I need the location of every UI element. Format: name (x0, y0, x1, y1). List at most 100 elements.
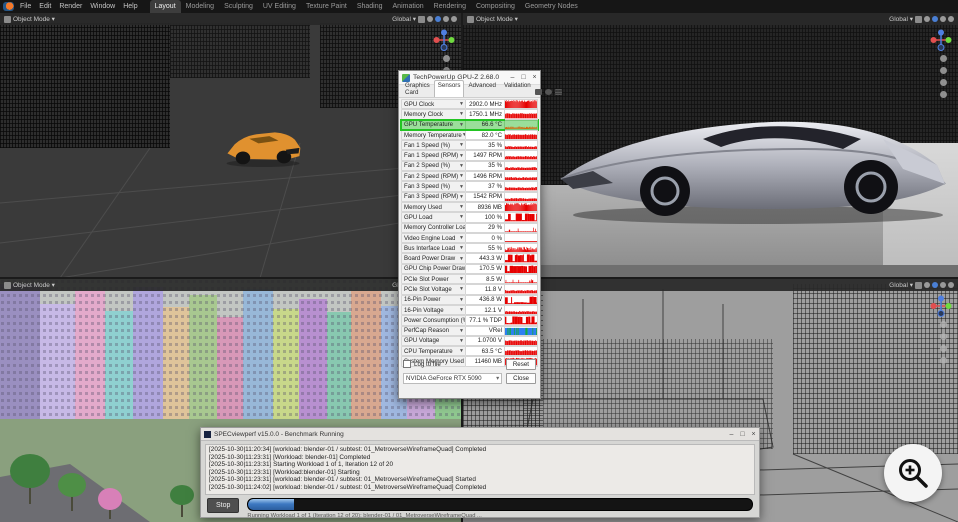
sensor-row-fan-2-speed[interactable]: Fan 2 Speed (%)▼35 % (401, 161, 538, 171)
workspace-tab-modeling[interactable]: Modeling (181, 0, 219, 13)
shading-mode-icon[interactable] (932, 16, 938, 22)
sensor-dropdown-icon[interactable]: ▼ (459, 184, 464, 190)
sensor-dropdown-icon[interactable]: ▼ (459, 235, 464, 241)
sensor-row-memory-controller-load[interactable]: Memory Controller Load▼29 % (401, 223, 538, 233)
shading-mode-icon[interactable] (451, 16, 457, 22)
gpuz-tab-sensors[interactable]: Sensors (434, 80, 465, 97)
gpu-select-dropdown[interactable]: NVIDIA GeForce RTX 5090 ▾ (403, 373, 502, 384)
close-dialog-button[interactable]: Close (506, 373, 536, 384)
navigation-gizmo[interactable] (930, 29, 952, 51)
shading-mode-icon[interactable] (924, 16, 930, 22)
editor-type-icon[interactable] (4, 16, 11, 23)
sensor-dropdown-icon[interactable]: ▼ (459, 194, 464, 200)
sensor-dropdown-icon[interactable]: ▼ (459, 348, 464, 354)
workspace-tab-compositing[interactable]: Compositing (471, 0, 520, 13)
close-button[interactable]: × (748, 428, 759, 441)
sensor-row-video-engine-load[interactable]: Video Engine Load▼0 % (401, 233, 538, 243)
shading-mode-icon[interactable] (948, 16, 954, 22)
editor-type-icon[interactable] (467, 16, 474, 23)
minimize-button[interactable]: – (726, 428, 737, 441)
sensor-row-memory-used[interactable]: Memory Used▼8936 MB (401, 202, 538, 212)
shading-mode-icon[interactable] (948, 282, 954, 288)
workspace-tab-rendering[interactable]: Rendering (429, 0, 471, 13)
sensor-row-gpu-temperature[interactable]: GPU Temperature▼66.6 °C (401, 120, 538, 130)
sensor-row-fan-3-speed[interactable]: Fan 3 Speed (%)▼37 % (401, 181, 538, 191)
sensor-row-fan-3-speed-rpm[interactable]: Fan 3 Speed (RPM)▼1542 RPM (401, 192, 538, 202)
workspace-tab-layout[interactable]: Layout (150, 0, 181, 13)
hamburger-menu-icon[interactable] (555, 89, 562, 95)
sensor-dropdown-icon[interactable]: ▼ (459, 214, 464, 220)
sensor-row-16-pin-voltage[interactable]: 16-Pin Voltage▼12.1 V (401, 305, 538, 315)
workspace-tab-uv-editing[interactable]: UV Editing (258, 0, 301, 13)
sensor-row-16-pin-power[interactable]: 16-Pin Power▼436.8 W (401, 295, 538, 305)
mode-dropdown[interactable]: Object Mode ▾ (13, 15, 55, 23)
shading-mode-icon[interactable] (435, 16, 441, 22)
sensor-dropdown-icon[interactable]: ▼ (459, 101, 464, 107)
sensor-row-power-consumption[interactable]: Power Consumption (%)▼77.1 % TDP (401, 315, 538, 325)
sensor-dropdown-icon[interactable]: ▼ (459, 163, 464, 169)
camera-view-icon[interactable] (940, 345, 947, 352)
snap-magnet-icon[interactable] (418, 16, 425, 23)
sensor-dropdown-icon[interactable]: ▼ (459, 328, 464, 334)
sensor-dropdown-icon[interactable]: ▼ (459, 122, 464, 128)
sensor-dropdown-icon[interactable]: ▼ (459, 173, 464, 179)
shading-mode-icon[interactable] (924, 282, 930, 288)
sensor-row-perfcap-reason[interactable]: PerfCap Reason▼VRel (401, 326, 538, 336)
shading-mode-icon[interactable] (932, 282, 938, 288)
sensor-row-memory-temperature[interactable]: Memory Temperature▼82.0 °C (401, 130, 538, 140)
sensor-dropdown-icon[interactable]: ▼ (459, 245, 464, 251)
toggle-view-icon[interactable] (940, 357, 947, 364)
menu-render[interactable]: Render (55, 0, 86, 13)
mode-dropdown[interactable]: Object Mode ▾ (476, 15, 518, 23)
reset-button[interactable]: Reset (506, 359, 536, 370)
sensor-dropdown-icon[interactable]: ▼ (459, 204, 464, 210)
sensor-dropdown-icon[interactable]: ▼ (459, 111, 464, 117)
orientation-dropdown[interactable]: Global ▾ (889, 281, 913, 289)
camera-view-icon[interactable] (940, 79, 947, 86)
workspace-tab-shading[interactable]: Shading (352, 0, 388, 13)
sensor-dropdown-icon[interactable]: ▼ (459, 297, 464, 303)
workspace-tab-texture-paint[interactable]: Texture Paint (301, 0, 352, 13)
sensor-dropdown-icon[interactable]: ▼ (459, 276, 464, 282)
sensor-row-gpu-chip-power-draw[interactable]: GPU Chip Power Draw▼170.5 W (401, 264, 538, 274)
benchmark-log[interactable]: [2025-10-30|11:20:34] [workload: blender… (205, 444, 755, 495)
workspace-tab-animation[interactable]: Animation (388, 0, 429, 13)
orientation-dropdown[interactable]: Global ▾ (889, 15, 913, 23)
sensor-row-memory-clock[interactable]: Memory Clock▼1750.1 MHz (401, 109, 538, 119)
snap-magnet-icon[interactable] (915, 16, 922, 23)
menu-edit[interactable]: Edit (35, 0, 55, 13)
blender-logo-icon[interactable] (3, 2, 14, 11)
navigation-gizmo[interactable] (433, 29, 455, 51)
sensor-dropdown-icon[interactable]: ▼ (459, 256, 464, 262)
viewport-topleft[interactable]: Object Mode ▾Global ▾ (0, 13, 461, 278)
shading-mode-icon[interactable] (427, 16, 433, 22)
screenshot-camera-icon[interactable] (535, 89, 542, 95)
sensor-row-gpu-load[interactable]: GPU Load▼100 % (401, 212, 538, 222)
workspace-tab-geometry-nodes[interactable]: Geometry Nodes (520, 0, 583, 13)
sensor-row-fan-2-speed-rpm[interactable]: Fan 2 Speed (RPM)▼1496 RPM (401, 171, 538, 181)
sensor-row-fan-1-speed[interactable]: Fan 1 Speed (%)▼35 % (401, 140, 538, 150)
menu-window[interactable]: Window (86, 0, 119, 13)
sensor-row-cpu-temperature[interactable]: CPU Temperature▼63.5 °C (401, 346, 538, 356)
shading-mode-icon[interactable] (940, 282, 946, 288)
viewport-toolbar[interactable] (938, 55, 948, 98)
sensor-row-board-power-draw[interactable]: Board Power Draw▼443.3 W (401, 253, 538, 263)
sensor-row-pcie-slot-power[interactable]: PCIe Slot Power▼8.5 W (401, 274, 538, 284)
sensor-dropdown-icon[interactable]: ▼ (459, 142, 464, 148)
sensor-row-fan-1-speed-rpm[interactable]: Fan 1 Speed (RPM)▼1497 RPM (401, 150, 538, 160)
viewport-toolbar[interactable] (938, 321, 948, 364)
gpuz-tab-validation[interactable]: Validation (500, 80, 535, 97)
sensor-dropdown-icon[interactable]: ▼ (459, 338, 464, 344)
console-titlebar[interactable]: SPECviewperf v15.0.0 - Benchmark Running… (201, 428, 759, 441)
sensor-dropdown-icon[interactable]: ▼ (459, 286, 464, 292)
log-to-file-checkbox[interactable] (403, 360, 411, 368)
sensor-row-gpu-voltage[interactable]: GPU Voltage▼1.0700 V (401, 336, 538, 346)
sensor-row-gpu-clock[interactable]: GPU Clock▼2902.0 MHz (401, 99, 538, 109)
toggle-view-icon[interactable] (940, 91, 947, 98)
gpuz-tab-graphics-card[interactable]: Graphics Card (401, 80, 434, 97)
snap-magnet-icon[interactable] (915, 282, 922, 289)
sensor-row-pcie-slot-voltage[interactable]: PCIe Slot Voltage▼11.8 V (401, 284, 538, 294)
settings-gear-icon[interactable] (545, 89, 552, 95)
maximize-button[interactable]: □ (737, 428, 748, 441)
zoom-tool-icon[interactable] (940, 55, 947, 62)
